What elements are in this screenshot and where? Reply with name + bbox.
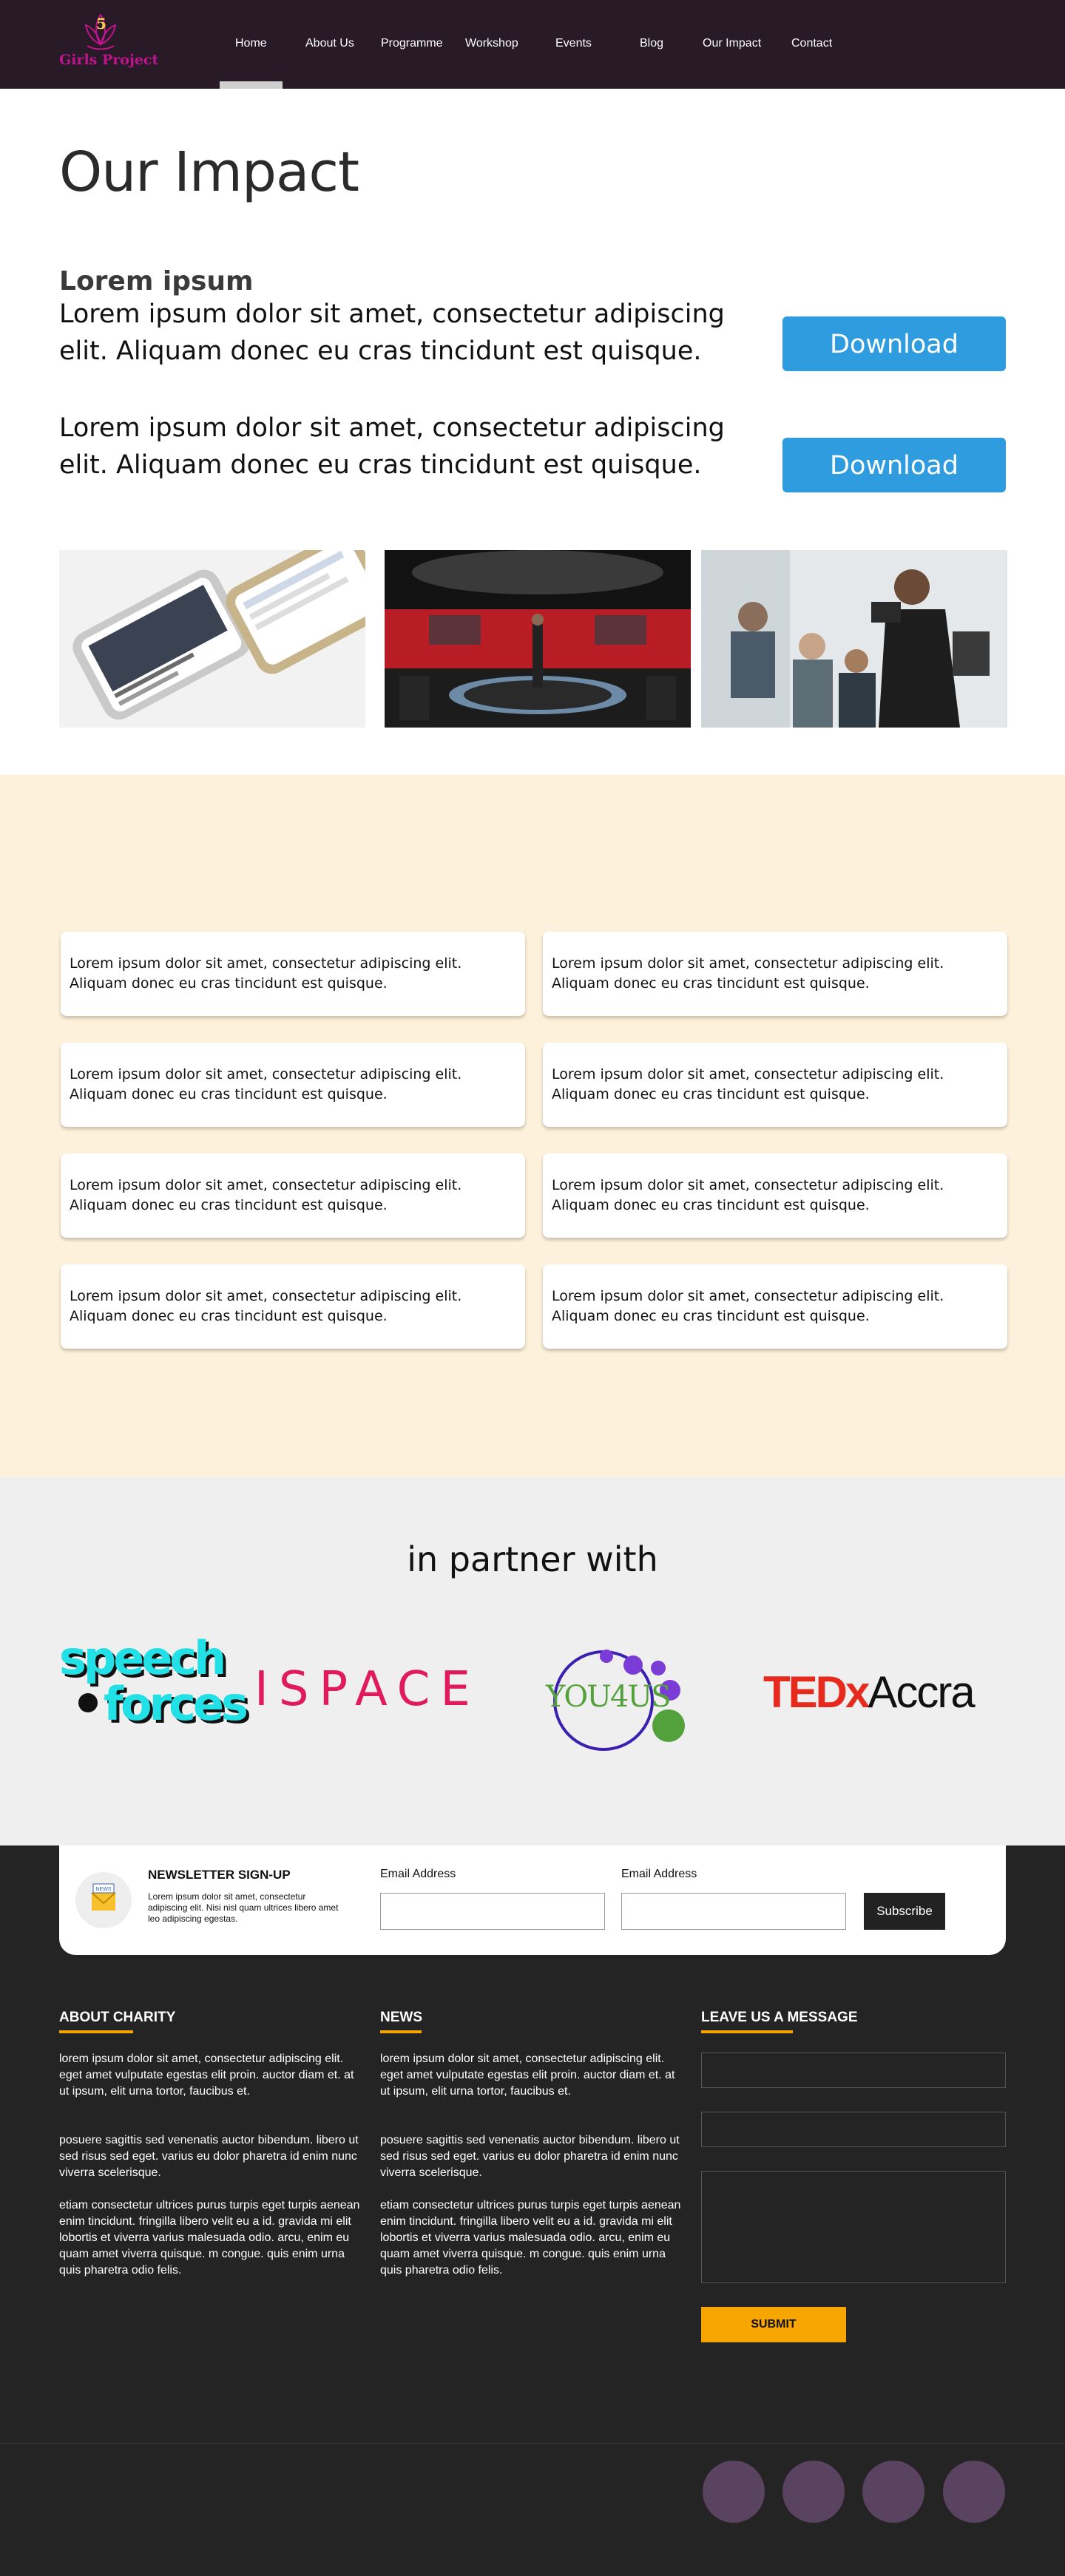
info-card-text: Lorem ipsum dolor sit amet, consectetur …	[70, 1177, 462, 1213]
info-card-text: Lorem ipsum dolor sit amet, consectetur …	[70, 955, 462, 992]
info-card-text: Lorem ipsum dolor sit amet, consectetur …	[70, 1288, 462, 1324]
nav-item-home[interactable]: Home	[235, 37, 267, 50]
info-card: Lorem ipsum dolor sit amet, consectetur …	[61, 1153, 525, 1238]
message-name-field[interactable]	[701, 2053, 1006, 2088]
social-icon[interactable]	[862, 2461, 924, 2523]
info-card: Lorem ipsum dolor sit amet, consectetur …	[61, 1043, 525, 1127]
impact-text-1: Lorem ipsum dolor sit amet, consectetur …	[59, 299, 725, 366]
partners-title: in partner with	[407, 1539, 658, 1579]
about-paragraph-2: posuere sagittis sed venenatis auctor bi…	[59, 2134, 359, 2179]
news-heading: NEWS	[380, 2010, 422, 2025]
footer-divider	[0, 2443, 1065, 2444]
speech-forces-line-2: forces	[104, 1677, 248, 1731]
partners-section: in partner with speech speech forces for…	[0, 1477, 1065, 1845]
nav-item-contact[interactable]: Contact	[791, 37, 832, 50]
partner-logo-you4us[interactable]: YOU4US	[544, 1649, 711, 1758]
tedx-mark: TEDx	[763, 1667, 870, 1717]
info-card-text: Lorem ipsum dolor sit amet, consectetur …	[552, 955, 944, 992]
message-heading: LEAVE US A MESSAGE	[701, 2010, 858, 2025]
about-charity-underline	[59, 2030, 133, 2033]
social-icon[interactable]	[703, 2461, 765, 2523]
news-paragraph-1: lorem ipsum dolor sit amet, consectetur …	[380, 2053, 675, 2098]
about-paragraph-1: lorem ipsum dolor sit amet, consectetur …	[59, 2053, 354, 2098]
top-nav: 5 Girls Project Home About Us Programme …	[0, 0, 1065, 89]
info-card: Lorem ipsum dolor sit amet, consectetur …	[543, 1264, 1007, 1349]
partner-logo-speech-forces[interactable]: speech speech forces forces	[59, 1631, 251, 1741]
impact-text-2: Lorem ipsum dolor sit amet, consectetur …	[59, 413, 725, 480]
info-card-text: Lorem ipsum dolor sit amet, consectetur …	[552, 1288, 944, 1324]
nav-item-workshop[interactable]: Workshop	[465, 37, 518, 50]
message-email-field[interactable]	[701, 2112, 1006, 2147]
newsletter-title: NEWSLETTER SIGN-UP	[148, 1868, 291, 1882]
impact-photo-filming	[701, 550, 1007, 728]
nav-item-blog[interactable]: Blog	[640, 37, 663, 50]
partner-logo-tedx-accra[interactable]: TEDxAccra	[763, 1667, 1009, 1718]
info-card: Lorem ipsum dolor sit amet, consectetur …	[543, 1043, 1007, 1127]
news-paragraph-2: posuere sagittis sed venenatis auctor bi…	[380, 2134, 680, 2179]
info-cards-section: Lorem ipsum dolor sit amet, consectetur …	[0, 775, 1065, 1477]
newsletter-panel: NEWS NEWSLETTER SIGN-UP Lorem ipsum dolo…	[59, 1845, 1006, 1955]
about-charity-heading: ABOUT CHARITY	[59, 2010, 176, 2025]
page-title: Our Impact	[59, 140, 359, 204]
message-textarea[interactable]	[701, 2171, 1006, 2283]
info-card: Lorem ipsum dolor sit amet, consectetur …	[61, 932, 525, 1016]
speech-forces-line-1: speech	[59, 1631, 226, 1685]
impact-photo-phones	[59, 550, 365, 728]
subscribe-button[interactable]: Subscribe	[864, 1893, 945, 1930]
info-card: Lorem ipsum dolor sit amet, consectetur …	[61, 1264, 525, 1349]
social-icon[interactable]	[782, 2461, 845, 2523]
tedx-city: Accra	[868, 1667, 975, 1717]
info-card-text: Lorem ipsum dolor sit amet, consectetur …	[70, 1066, 462, 1102]
nav-item-about-us[interactable]: About Us	[305, 37, 354, 50]
site-footer: NEWS NEWSLETTER SIGN-UP Lorem ipsum dolo…	[0, 1845, 1065, 2576]
news-underline	[380, 2030, 422, 2033]
email-field-1[interactable]	[380, 1893, 605, 1930]
newsletter-icon-text: NEWS	[96, 1887, 112, 1892]
logo-number: 5	[96, 15, 106, 33]
nav-item-events[interactable]: Events	[555, 37, 592, 50]
you4us-text: YOU4US	[546, 1680, 671, 1714]
newsletter-description: Lorem ipsum dolor sit amet, consectetur …	[148, 1891, 339, 1924]
nav-item-our-impact[interactable]: Our Impact	[703, 37, 761, 50]
about-paragraph-3: etiam consectetur ultrices purus turpis …	[59, 2199, 360, 2277]
email-field-2[interactable]	[621, 1893, 846, 1930]
partner-logo-ispace[interactable]: ISPACE	[254, 1664, 484, 1715]
download-button-2[interactable]: Download	[782, 438, 1006, 492]
download-button-1[interactable]: Download	[782, 316, 1006, 371]
nav-item-programme[interactable]: Programme	[381, 37, 443, 50]
submit-button[interactable]: SUBMIT	[701, 2307, 846, 2342]
email-label-1: Email Address	[380, 1868, 456, 1880]
message-underline	[701, 2030, 793, 2033]
info-card: Lorem ipsum dolor sit amet, consectetur …	[543, 932, 1007, 1016]
email-label-2: Email Address	[621, 1868, 697, 1880]
news-paragraph-3: etiam consectetur ultrices purus turpis …	[380, 2199, 681, 2277]
site-logo[interactable]: 5 Girls Project	[55, 10, 158, 75]
info-card-text: Lorem ipsum dolor sit amet, consectetur …	[552, 1177, 944, 1213]
info-card-text: Lorem ipsum dolor sit amet, consectetur …	[552, 1066, 944, 1102]
social-icon[interactable]	[943, 2461, 1005, 2523]
newsletter-icon: NEWS	[75, 1872, 132, 1928]
speech-forces-dot	[78, 1693, 98, 1712]
nav-active-indicator	[220, 81, 283, 89]
logo-text: Girls Project	[59, 52, 159, 68]
impact-subtitle: Lorem ipsum	[59, 266, 254, 296]
info-card: Lorem ipsum dolor sit amet, consectetur …	[543, 1153, 1007, 1238]
impact-photo-studio	[385, 550, 691, 728]
